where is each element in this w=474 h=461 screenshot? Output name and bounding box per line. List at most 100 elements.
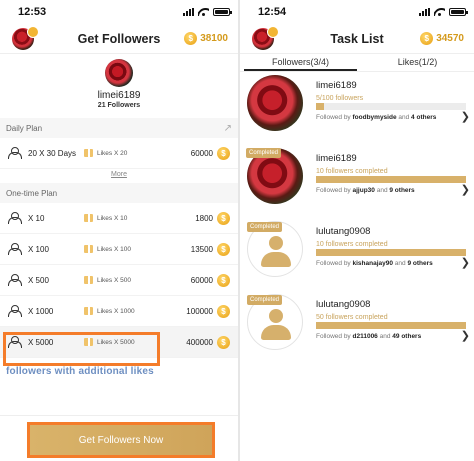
chevron-right-icon[interactable]: ❯ xyxy=(461,256,470,269)
and-word: and xyxy=(379,333,391,340)
person-icon xyxy=(8,336,22,348)
tab-likes[interactable]: Likes(1/2) xyxy=(361,54,474,71)
coin-icon: $ xyxy=(217,146,230,160)
profile-followers-count: 21 Followers xyxy=(97,102,141,109)
daily-plan-row[interactable]: 20 X 30 Days Likes X 20 60000 $ xyxy=(0,138,238,169)
plan-row-1000[interactable]: X 1000 Likes X 1000 100000 $ xyxy=(0,296,238,327)
footer-bar: Get Followers Now xyxy=(0,415,238,461)
chevron-right-icon[interactable]: ❯ xyxy=(461,110,470,123)
plan-likes-label: Likes X 100 xyxy=(97,245,131,253)
followed-by-text: Followed by d211006 and 49 others xyxy=(316,333,474,340)
others-count: 9 others xyxy=(407,260,433,267)
plan-quantity: X 10 xyxy=(28,213,45,223)
gift-icon xyxy=(84,245,93,253)
gift-icon xyxy=(84,149,93,157)
gift-icon xyxy=(84,214,93,222)
status-icons xyxy=(419,8,468,16)
plan-quantity: X 5000 xyxy=(28,337,54,347)
plan-likes: Likes X 100 xyxy=(84,245,144,253)
task-avatar: Completed xyxy=(246,148,303,204)
status-time: 12:53 xyxy=(18,6,47,18)
one-time-plan-header: One-time Plan xyxy=(0,183,238,203)
task-item[interactable]: Completed limei6189 10 followers complet… xyxy=(240,145,474,218)
coin-icon: $ xyxy=(217,304,230,318)
completed-badge: Completed xyxy=(246,148,282,158)
task-info: limei6189 5/100 followers Followed by fo… xyxy=(316,75,474,145)
task-username: lulutang0908 xyxy=(316,299,371,310)
daily-plan-header[interactable]: Daily Plan ↗ xyxy=(0,118,238,138)
gift-icon xyxy=(84,276,93,284)
follower-name: d211006 xyxy=(352,333,378,340)
task-info: limei6189 10 followers completed Followe… xyxy=(316,148,474,218)
task-progress-fill xyxy=(316,322,466,329)
coin-balance[interactable]: $ 34570 xyxy=(420,32,464,45)
plan-likes: Likes X 5000 xyxy=(84,338,144,346)
task-item[interactable]: Completed lulutang0908 10 followers comp… xyxy=(240,218,474,291)
plan-row-100[interactable]: X 100 Likes X 100 13500 $ xyxy=(0,234,238,265)
follower-name: kishanajay90 xyxy=(352,260,393,267)
profile-summary: limei6189 21 Followers xyxy=(0,54,238,118)
others-count: 49 others xyxy=(392,333,422,340)
followed-by-text: Followed by ajjup30 and 9 others xyxy=(316,187,474,194)
person-icon xyxy=(8,212,22,224)
coin-icon: $ xyxy=(217,335,230,349)
completed-badge: Completed xyxy=(247,295,283,305)
plan-quantity: X 1000 xyxy=(28,306,54,316)
person-icon xyxy=(8,243,22,255)
tab-followers[interactable]: Followers(3/4) xyxy=(244,54,357,71)
coin-balance[interactable]: $ 38100 xyxy=(184,32,228,45)
user-avatar[interactable] xyxy=(252,26,279,50)
completed-badge: Completed xyxy=(247,222,283,232)
status-icons xyxy=(183,8,232,16)
plan-likes: Likes X 1000 xyxy=(84,307,144,315)
chevron-right-icon[interactable]: ❯ xyxy=(461,329,470,342)
page-title: Task List xyxy=(330,31,384,46)
plan-likes: Likes X 20 xyxy=(84,149,144,157)
plan-price: 1800 xyxy=(195,213,213,223)
more-link[interactable]: More xyxy=(0,169,238,183)
get-followers-now-button[interactable]: Get Followers Now xyxy=(27,422,215,458)
wifi-icon xyxy=(434,8,445,16)
follower-name: ajjup30 xyxy=(352,187,375,194)
task-progress-bar xyxy=(316,249,466,256)
user-avatar[interactable] xyxy=(12,26,39,50)
task-item[interactable]: limei6189 5/100 followers Followed by fo… xyxy=(240,72,474,145)
section-title: One-time Plan xyxy=(6,188,58,198)
plan-likes: Likes X 500 xyxy=(84,276,144,284)
profile-name: limei6189 xyxy=(97,90,141,101)
wifi-icon xyxy=(198,8,209,16)
plan-price: 60000 xyxy=(190,275,213,285)
gift-icon xyxy=(84,307,93,315)
signal-icon xyxy=(183,8,194,16)
plan-likes-label: Likes X 20 xyxy=(97,149,128,157)
coin-icon: $ xyxy=(217,273,230,287)
status-bar: 12:54 xyxy=(240,0,474,24)
task-item[interactable]: Completed lulutang0908 50 followers comp… xyxy=(240,291,474,364)
task-progress-fill xyxy=(316,176,466,183)
task-avatar: Completed xyxy=(247,294,303,350)
and-word: and xyxy=(394,260,406,267)
followed-prefix: Followed by xyxy=(316,114,351,121)
coin-icon: $ xyxy=(217,211,230,225)
plan-row-500[interactable]: X 500 Likes X 500 60000 $ xyxy=(0,265,238,296)
plan-price: 60000 xyxy=(190,148,213,158)
coin-amount: 34570 xyxy=(436,33,464,44)
task-progress-text: 10 followers completed xyxy=(316,241,388,248)
default-avatar-icon xyxy=(269,309,283,323)
status-time: 12:54 xyxy=(258,6,287,18)
person-icon xyxy=(8,274,22,286)
plan-quantity: 20 X 30 Days xyxy=(28,148,77,158)
battery-icon xyxy=(213,8,232,16)
chevron-right-icon[interactable]: ❯ xyxy=(461,183,470,196)
plan-quantity: X 100 xyxy=(28,244,49,254)
others-count: 4 others xyxy=(411,114,437,121)
person-icon xyxy=(8,305,22,317)
plan-row-10[interactable]: X 10 Likes X 10 1800 $ xyxy=(0,203,238,234)
plan-price: 13500 xyxy=(190,244,213,254)
plan-row-5000[interactable]: X 5000 Likes X 5000 400000 $ xyxy=(0,327,238,358)
task-progress-bar xyxy=(316,176,466,183)
info-icon[interactable]: ↗ xyxy=(224,123,232,134)
plan-likes: Likes X 10 xyxy=(84,214,144,222)
screens-container: 12:53 Get Followers $ 38100 limei6189 21… xyxy=(0,0,474,461)
task-progress-fill xyxy=(316,103,324,110)
